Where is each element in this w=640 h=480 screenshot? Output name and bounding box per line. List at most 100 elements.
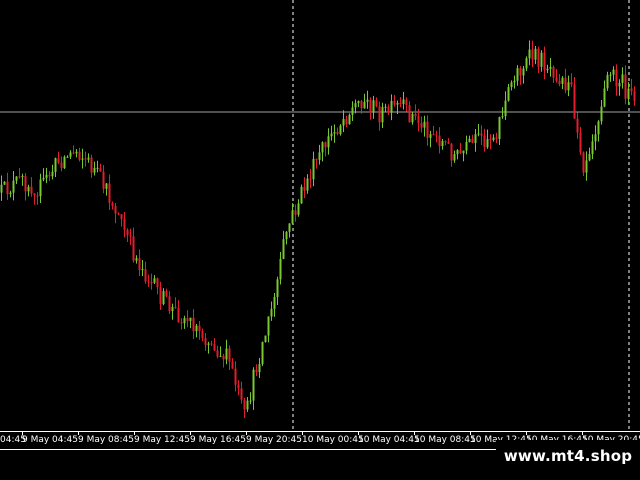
candle-body [210,343,213,345]
candle-body [213,344,216,351]
x-axis-label: 9 May 08:45 [78,435,134,445]
candle-body [249,400,252,402]
candle-body [492,137,495,140]
candle-body [588,154,591,161]
candle-body [615,69,618,87]
candle-body [453,154,456,161]
candle-body [546,68,549,71]
candle-body [540,52,543,67]
x-axis-label: 10 May 04:45 [358,435,420,445]
candle-body [90,157,93,173]
price-chart[interactable]: 04:45 9 May 04:45 9 May 08:45 9 May 12:45 9… [0,0,640,480]
candle-body [66,156,69,158]
candle-body [42,177,45,180]
candle-body [330,133,333,137]
candle-body [93,167,96,173]
candle-body [72,152,75,154]
candle-body [294,210,297,215]
candle-body [480,133,483,136]
candle-body [282,239,285,259]
candle-body [447,141,450,144]
candle-body [498,117,501,139]
candle-body [450,143,453,161]
candle-body [273,297,276,309]
candle-body [429,134,432,138]
candle-body [153,278,156,283]
candle-body [81,158,84,160]
candle-body [597,121,600,135]
candle-body [456,150,459,155]
watermark: www.mt4.shop [496,440,640,472]
candle-body [570,82,573,85]
candle-body [3,181,6,185]
candle-body [198,325,201,332]
candle-body [165,291,168,297]
candle-body [444,141,447,143]
candle-body [189,317,192,321]
candle-body [402,99,405,105]
candle-body [576,118,579,133]
candle-body [537,48,540,67]
candle-body [180,322,183,324]
candle-body [315,158,318,160]
candle-body [495,137,498,139]
x-axis-label: 10 May 00:45 [302,435,364,445]
candle-body [171,306,174,312]
candle-body [87,157,90,160]
candle-body [366,99,369,102]
candle-body [291,210,294,224]
candle-body [285,231,288,240]
candle-body [231,361,234,369]
candle-body [582,152,585,173]
candle-body [459,150,462,154]
candle-body [567,82,570,91]
candle-body [471,138,474,143]
candlestick-chart[interactable]: 04:45 9 May 04:45 9 May 08:45 9 May 12:45 9… [0,0,640,480]
candle-body [579,132,582,153]
candle-body [18,176,21,178]
candle-body [96,167,99,169]
candle-body [351,107,354,115]
candle-body [279,258,282,280]
candle-body [534,48,537,60]
candle-body [309,178,312,180]
candle-body [603,88,606,107]
candle-body [531,49,534,60]
x-axis-label: 9 May 12:45 [134,435,190,445]
candle-body [399,102,402,105]
candle-body [69,152,72,157]
candle-body [168,296,171,312]
candle-body [84,158,87,160]
candle-body [543,52,546,71]
candle-body [30,186,33,194]
candle-body [9,192,12,195]
candle-body [99,167,102,172]
candle-body [423,121,426,128]
candle-body [591,141,594,155]
candle-body [441,141,444,147]
candle-body [228,348,231,362]
candle-body [621,74,624,83]
candle-body [558,80,561,84]
x-axis-label: 9 May 20:45 [246,435,302,445]
candle-body [150,282,153,284]
candle-body [384,106,387,108]
candle-body [132,236,135,261]
candle-body [501,116,504,118]
candle-body [144,269,147,282]
candle-body [267,316,270,336]
candle-body [126,229,129,236]
candle-body [564,77,567,91]
candle-body [246,400,249,410]
candle-body [216,350,219,357]
candle-body [627,88,630,99]
candle-body [555,77,558,81]
candle-body [255,369,258,373]
candle-body [420,123,423,128]
candle-body [438,135,441,147]
candle-body [381,107,384,123]
candle-body [405,99,408,105]
candle-body [396,102,399,105]
candle-body [108,183,111,203]
candle-body [321,142,324,153]
